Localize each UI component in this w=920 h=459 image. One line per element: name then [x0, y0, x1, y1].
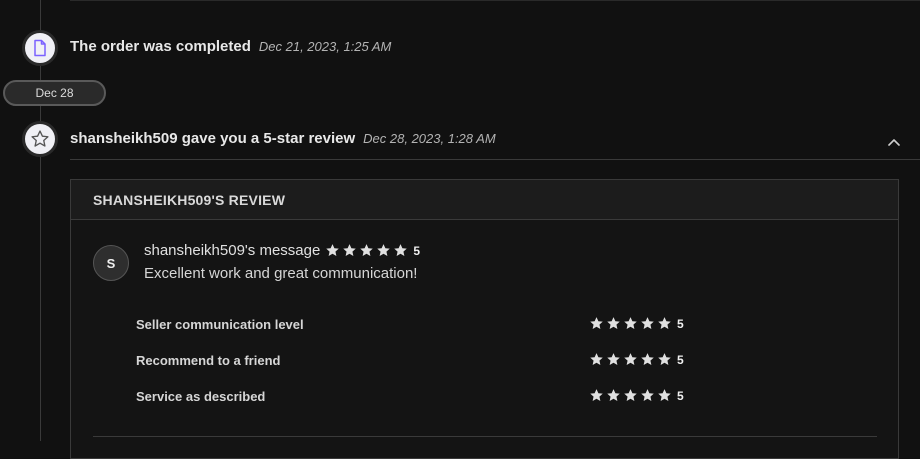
review-card: SHANSHEIKH509'S REVIEW S shansheikh509's…: [70, 179, 899, 459]
review-card-header: SHANSHEIKH509'S REVIEW: [71, 180, 898, 220]
collapse-button[interactable]: [884, 133, 904, 153]
star-icon: [624, 389, 637, 401]
star-icon: [360, 244, 374, 256]
rating-label: Seller communication level: [136, 317, 304, 332]
star-icon: [624, 353, 637, 365]
star-icon: [658, 353, 671, 365]
star-icon: [658, 317, 671, 329]
star-icon: [607, 317, 620, 329]
timeline-line: [40, 0, 41, 441]
document-icon: [34, 39, 46, 57]
event-review: shansheikh509 gave you a 5-star review D…: [70, 130, 496, 147]
event-timestamp: Dec 28, 2023, 1:28 AM: [363, 131, 496, 146]
event-title: shansheikh509 gave you a 5-star review: [70, 130, 356, 147]
rating-score: 5: [677, 352, 684, 367]
event-timestamp: Dec 21, 2023, 1:25 AM: [258, 39, 392, 54]
avatar: S: [93, 245, 129, 281]
event-title: The order was completed: [70, 38, 251, 55]
rating-label: Recommend to a friend: [136, 353, 281, 368]
star-icon: [326, 244, 340, 256]
event-order-completed: The order was completed Dec 21, 2023, 1:…: [70, 38, 391, 55]
star-rating: 5: [325, 243, 420, 258]
star-icon: [590, 317, 603, 329]
star-icon: [590, 353, 603, 365]
star-rating: 5: [589, 388, 684, 403]
star-rating: 5: [589, 316, 684, 331]
star-icon: [590, 389, 603, 401]
star-icon: [394, 244, 408, 256]
divider: [93, 436, 877, 437]
rating-score: 5: [413, 243, 420, 258]
star-icon: [658, 389, 671, 401]
star-icon: [607, 353, 620, 365]
chevron-up-icon: [888, 139, 900, 146]
rating-score: 5: [677, 388, 684, 403]
star-icon: [343, 244, 357, 256]
star-rating: 5: [589, 352, 684, 367]
star-icon: [641, 353, 654, 365]
review-message-label: shansheikh509's message: [144, 242, 321, 259]
star-icon: [377, 244, 391, 256]
star-icon: [624, 317, 637, 329]
divider: [70, 0, 920, 1]
review-message-text: Excellent work and great communication!: [144, 265, 418, 282]
event-icon-order-completed: [22, 30, 58, 66]
rating-score: 5: [677, 316, 684, 331]
rating-label: Service as described: [136, 389, 266, 404]
star-icon: [641, 317, 654, 329]
event-icon-review: [22, 121, 58, 157]
star-icon: [607, 389, 620, 401]
date-separator: Dec 28: [3, 80, 106, 106]
star-icon: [641, 389, 654, 401]
review-message-title: shansheikh509's message 5: [144, 242, 420, 259]
divider: [70, 159, 920, 160]
star-outline-icon: [31, 130, 49, 147]
